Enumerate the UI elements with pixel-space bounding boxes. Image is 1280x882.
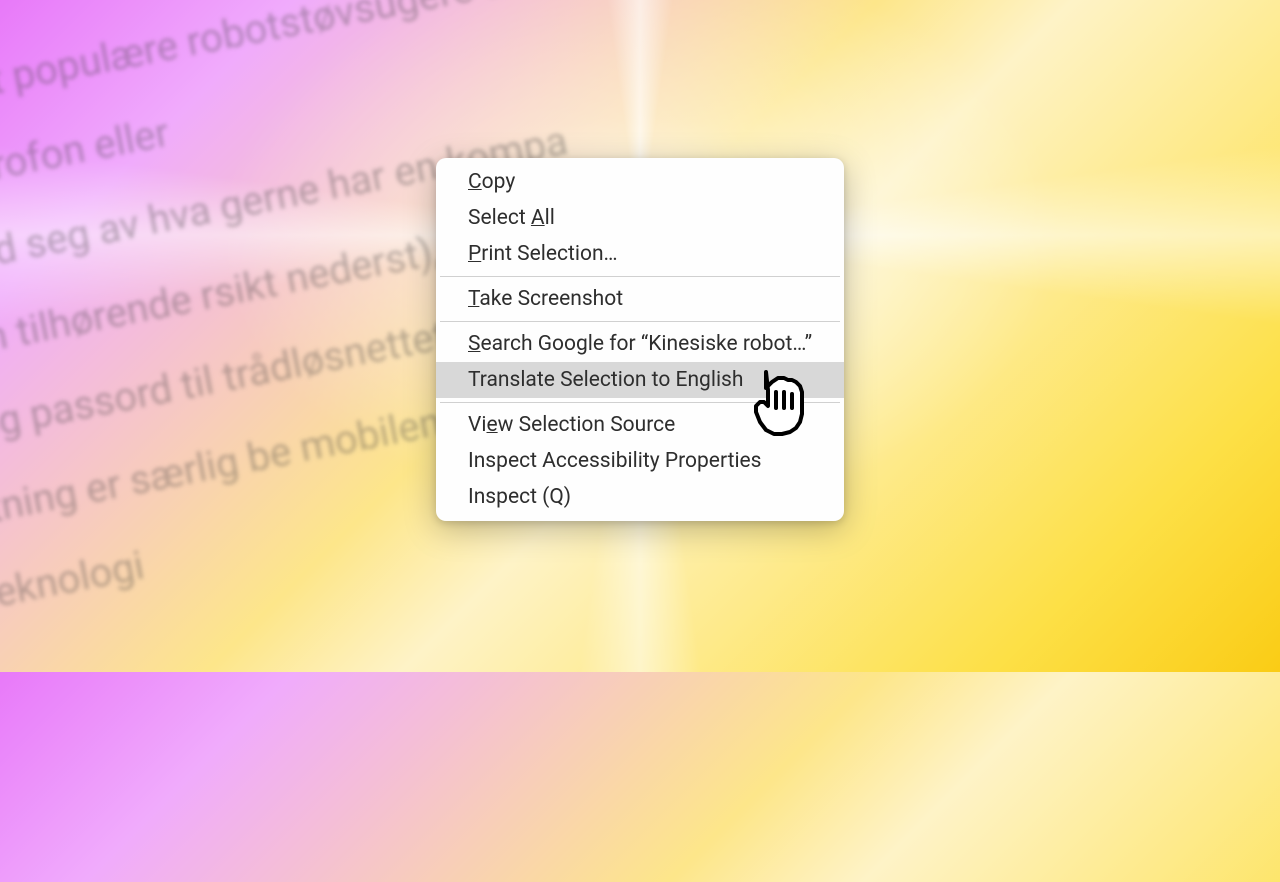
menu-item-select-all[interactable]: Select All — [436, 200, 844, 236]
context-menu: Copy Select All Print Selection… Take Sc… — [436, 158, 844, 521]
menu-item-label-prefix: Select — [468, 206, 531, 230]
menu-item-search-google[interactable]: Search Google for “Kinesiske robot…” — [436, 326, 844, 362]
menu-item-label: opy — [482, 170, 516, 194]
menu-item-label: Inspect (Q) — [468, 485, 571, 509]
menu-item-label: Translate Selection to English — [468, 368, 743, 392]
menu-item-label: Inspect Accessibility Properties — [468, 449, 762, 473]
menu-item-take-screenshot[interactable]: Take Screenshot — [436, 281, 844, 317]
menu-separator — [440, 402, 840, 403]
menu-separator — [440, 276, 840, 277]
menu-item-label-rest: w Selection Source — [498, 413, 676, 437]
menu-item-translate-selection[interactable]: Translate Selection to English — [436, 362, 844, 398]
menu-item-accelerator: C — [468, 170, 482, 194]
menu-item-label: earch Google for “Kinesiske robot…” — [480, 332, 812, 356]
menu-item-copy[interactable]: Copy — [436, 164, 844, 200]
menu-separator — [440, 321, 840, 322]
menu-item-view-selection-source[interactable]: View Selection Source — [436, 407, 844, 443]
menu-item-inspect-accessibility[interactable]: Inspect Accessibility Properties — [436, 443, 844, 479]
menu-item-label: ake Screenshot — [479, 287, 623, 311]
menu-item-accelerator: e — [486, 413, 497, 437]
menu-item-label-rest: ll — [545, 206, 555, 230]
menu-item-inspect[interactable]: Inspect (Q) — [436, 479, 844, 515]
menu-item-label-prefix: Vi — [468, 413, 486, 437]
menu-item-print-selection[interactable]: Print Selection… — [436, 236, 844, 272]
menu-item-accelerator: A — [531, 206, 545, 230]
menu-item-label: rint Selection… — [481, 242, 617, 266]
menu-item-accelerator: T — [468, 287, 479, 311]
menu-item-accelerator: P — [468, 242, 481, 266]
menu-item-accelerator: S — [468, 332, 480, 356]
